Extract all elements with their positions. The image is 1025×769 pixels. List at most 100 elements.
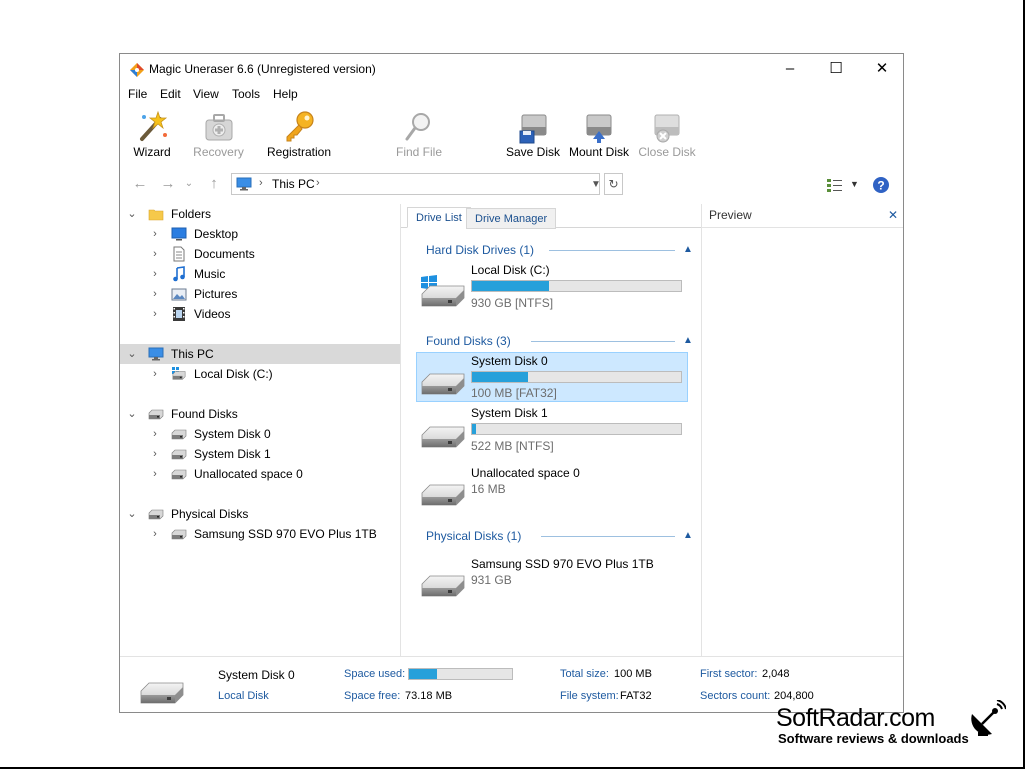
menu-file[interactable]: File xyxy=(128,87,147,101)
collapse-chevron-icon[interactable]: ⌄ xyxy=(126,206,138,222)
collapse-chevron-icon[interactable]: ⌄ xyxy=(126,406,138,422)
tree-item-pictures[interactable]: › Pictures xyxy=(120,284,400,304)
address-path-field[interactable]: › This PC › xyxy=(231,173,600,195)
expand-chevron-icon[interactable]: › xyxy=(149,466,161,482)
mount-disk-button[interactable]: Mount Disk xyxy=(566,106,632,164)
expand-chevron-icon[interactable]: › xyxy=(149,426,161,442)
up-arrow-icon[interactable]: ↑ xyxy=(204,174,224,194)
help-icon[interactable]: ? xyxy=(872,176,890,194)
view-mode-dropdown-icon[interactable]: ▼ xyxy=(850,179,859,189)
recovery-button[interactable]: Recovery xyxy=(191,106,246,164)
hard-drive-icon xyxy=(171,426,187,442)
drive-item-local-disk[interactable]: Local Disk (C:) 930 GB [NTFS] xyxy=(416,262,688,312)
close-disk-button[interactable]: Close Disk xyxy=(638,106,696,164)
address-path-root[interactable]: This PC xyxy=(272,177,315,191)
back-arrow-icon[interactable]: ← xyxy=(130,174,150,194)
drive-name: System Disk 1 xyxy=(471,406,548,420)
tree-item-system-disk-1[interactable]: › System Disk 1 xyxy=(120,444,400,464)
app-icon xyxy=(130,63,144,77)
tree-item-documents[interactable]: › Documents xyxy=(120,244,400,264)
menu-tools[interactable]: Tools xyxy=(232,87,260,101)
wizard-button[interactable]: Wizard xyxy=(126,106,178,164)
collapse-chevron-icon[interactable]: ⌄ xyxy=(126,346,138,362)
expand-chevron-icon[interactable]: › xyxy=(149,286,161,302)
tree-label: Desktop xyxy=(194,227,239,241)
view-mode-icon[interactable] xyxy=(826,177,844,193)
tree-item-music[interactable]: › Music xyxy=(120,264,400,284)
watermark-brand: SoftRadar.com xyxy=(776,704,935,732)
tree-item-videos[interactable]: › Videos xyxy=(120,304,400,324)
drive-item-system-disk-0[interactable]: System Disk 0 100 MB [FAT32] xyxy=(416,352,688,402)
hard-disk-drives-header: Hard Disk Drives (1) xyxy=(426,243,535,257)
physical-disks-header: Physical Disks (1) xyxy=(426,529,522,543)
save-disk-button[interactable]: Save Disk xyxy=(506,106,560,164)
tree-label: Folders xyxy=(171,207,212,221)
save-disk-label: Save Disk xyxy=(506,145,561,159)
address-dropdown-icon[interactable]: ▼ xyxy=(588,174,604,196)
collapse-chevron-icon[interactable]: ▲ xyxy=(683,335,693,346)
expand-chevron-icon[interactable]: › xyxy=(149,526,161,542)
registration-button[interactable]: Registration xyxy=(264,106,334,164)
address-chevron-icon[interactable]: › xyxy=(316,177,320,189)
status-disk-name: System Disk 0 xyxy=(218,668,295,682)
collapse-chevron-icon[interactable]: ▲ xyxy=(683,530,693,541)
forward-arrow-icon[interactable]: → xyxy=(158,174,178,194)
preview-close-icon[interactable]: ✕ xyxy=(888,208,898,222)
drive-item-samsung-ssd[interactable]: Samsung SSD 970 EVO Plus 1TB 931 GB xyxy=(416,556,688,606)
tree-item-local-disk[interactable]: › Local Disk (C:) xyxy=(120,364,400,384)
menu-help[interactable]: Help xyxy=(273,87,298,101)
save-disk-icon xyxy=(519,114,547,144)
tree-item-unallocated[interactable]: › Unallocated space 0 xyxy=(120,464,400,484)
close-disk-icon xyxy=(654,114,680,143)
tab-drive-list[interactable]: Drive List xyxy=(407,207,471,228)
find-file-button[interactable]: Find File xyxy=(394,106,444,164)
status-disk-type: Local Disk xyxy=(218,690,269,702)
space-used-bar xyxy=(408,668,513,680)
drive-item-unallocated[interactable]: Unallocated space 0 16 MB xyxy=(416,465,688,515)
preview-divider xyxy=(702,227,903,228)
tree-item-samsung-ssd[interactable]: › Samsung SSD 970 EVO Plus 1TB xyxy=(120,524,400,544)
total-size-label: Total size: xyxy=(560,668,609,680)
drive-info: 930 GB [NTFS] xyxy=(471,296,554,310)
drive-info: 16 MB xyxy=(471,482,506,496)
total-size-value: 100 MB xyxy=(614,668,652,680)
collapse-chevron-icon[interactable]: ▲ xyxy=(683,244,693,255)
documents-icon xyxy=(173,246,185,262)
expand-chevron-icon[interactable]: › xyxy=(149,226,161,242)
drive-name: Unallocated space 0 xyxy=(471,466,580,480)
menu-view[interactable]: View xyxy=(193,87,219,101)
space-used-label: Space used: xyxy=(344,668,406,680)
hard-drive-icon xyxy=(139,681,185,707)
tree-item-desktop[interactable]: › Desktop xyxy=(120,224,400,244)
folder-tree-panel: ⌄ Folders › Desktop › Documents › Music … xyxy=(120,204,401,656)
history-dropdown-icon[interactable]: ⌄ xyxy=(179,174,199,194)
expand-chevron-icon[interactable]: › xyxy=(149,246,161,262)
first-sector-value: 2,048 xyxy=(762,668,790,680)
collapse-chevron-icon[interactable]: ⌄ xyxy=(126,506,138,522)
maximize-button[interactable]: ☐ xyxy=(813,54,859,84)
hard-drive-icon xyxy=(171,526,187,542)
expand-chevron-icon[interactable]: › xyxy=(149,446,161,462)
expand-chevron-icon[interactable]: › xyxy=(149,366,161,382)
tab-drive-manager[interactable]: Drive Manager xyxy=(466,208,557,229)
satellite-dish-icon xyxy=(971,700,1006,736)
sectors-count-label: Sectors count: xyxy=(700,690,771,702)
svg-text:?: ? xyxy=(877,179,884,193)
expand-chevron-icon[interactable]: › xyxy=(149,266,161,282)
pictures-icon xyxy=(171,288,187,301)
section-divider xyxy=(531,341,675,342)
hard-drive-icon xyxy=(420,574,466,600)
refresh-icon[interactable]: ↻ xyxy=(604,173,623,195)
drive-usage-fill xyxy=(472,372,529,382)
close-button[interactable]: ✕ xyxy=(859,54,905,84)
tree-this-pc[interactable]: ⌄ This PC xyxy=(120,344,400,364)
tree-physical-disks[interactable]: ⌄ Physical Disks xyxy=(120,504,400,524)
minimize-button[interactable]: – xyxy=(767,54,813,84)
expand-chevron-icon[interactable]: › xyxy=(149,306,161,322)
tree-folders[interactable]: ⌄ Folders xyxy=(120,204,400,224)
tree-item-system-disk-0[interactable]: › System Disk 0 xyxy=(120,424,400,444)
tree-found-disks[interactable]: ⌄ Found Disks xyxy=(120,404,400,424)
drive-item-system-disk-1[interactable]: System Disk 1 522 MB [NTFS] xyxy=(416,405,688,455)
sectors-count-value: 204,800 xyxy=(774,690,814,702)
menu-edit[interactable]: Edit xyxy=(160,87,181,101)
